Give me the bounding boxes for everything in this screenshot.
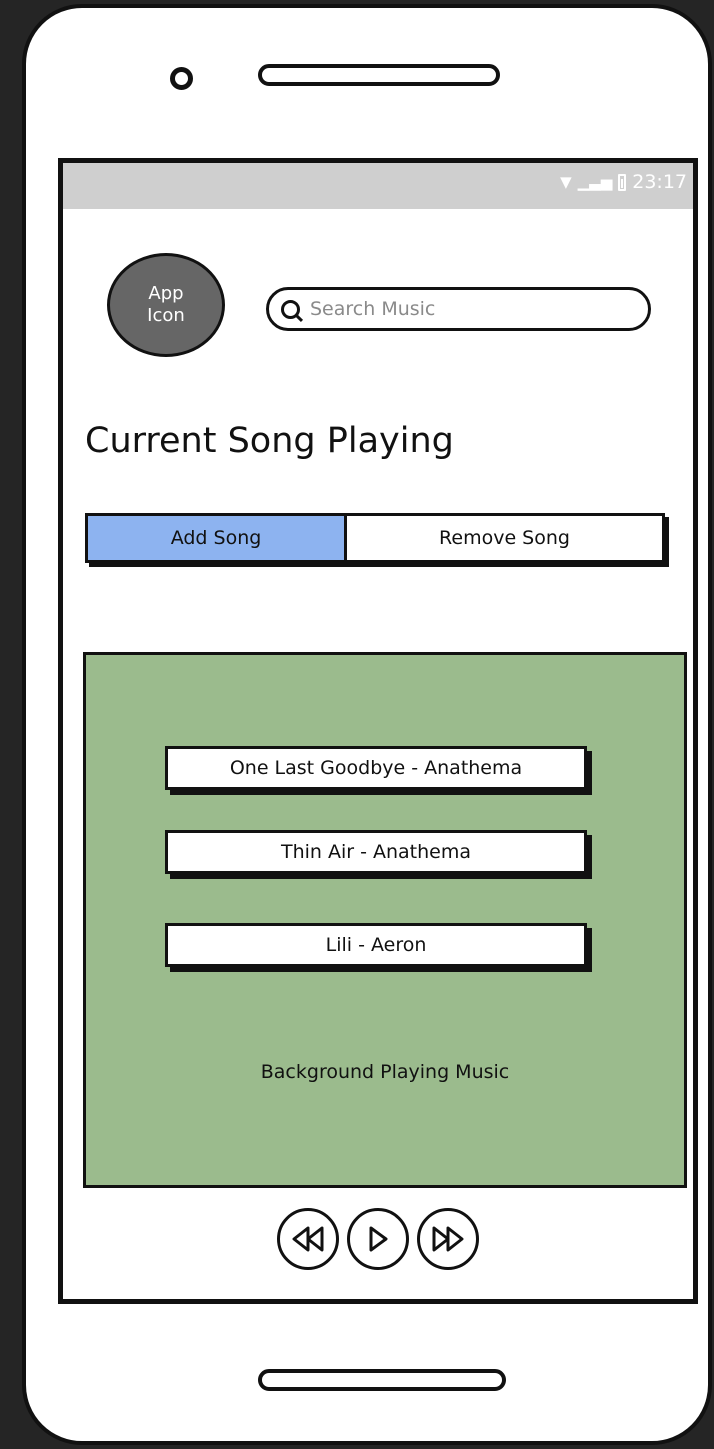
rewind-button[interactable]: [277, 1208, 339, 1270]
speaker-grille-top: [258, 64, 500, 86]
song-item[interactable]: Lili - Aeron: [165, 923, 587, 967]
battery-icon: [618, 173, 627, 191]
status-bar: ▼ ▁▃▅ 23:17: [63, 163, 693, 209]
search-bar[interactable]: [266, 287, 651, 331]
speaker-grille-bottom: [258, 1369, 506, 1391]
rewind-icon: [292, 1226, 324, 1252]
search-input[interactable]: [310, 298, 610, 320]
play-icon: [369, 1226, 388, 1252]
tab-add-song[interactable]: Add Song: [88, 516, 347, 560]
status-time: 23:17: [632, 171, 687, 193]
tab-remove-song[interactable]: Remove Song: [347, 516, 662, 560]
camera-icon: [170, 67, 193, 90]
phone-frame: ▼ ▁▃▅ 23:17 App Icon Current Song Playin…: [22, 4, 712, 1445]
search-icon: [281, 299, 300, 319]
app-icon[interactable]: App Icon: [107, 253, 225, 357]
fast-forward-button[interactable]: [417, 1208, 479, 1270]
phone-screen: ▼ ▁▃▅ 23:17 App Icon Current Song Playin…: [58, 158, 698, 1304]
signal-icon: ▁▃▅: [577, 173, 613, 191]
player-panel: One Last Goodbye - Anathema Thin Air - A…: [83, 652, 687, 1188]
fast-forward-icon: [432, 1226, 464, 1252]
tab-bar: Add Song Remove Song: [85, 513, 665, 563]
song-item[interactable]: Thin Air - Anathema: [165, 830, 587, 874]
page-title: Current Song Playing: [85, 421, 454, 461]
background-music-label: Background Playing Music: [260, 1061, 510, 1083]
song-item[interactable]: One Last Goodbye - Anathema: [165, 746, 587, 790]
play-button[interactable]: [347, 1208, 409, 1270]
playback-controls: [63, 1208, 693, 1270]
status-icons: ▼ ▁▃▅ 23:17: [560, 171, 687, 193]
wifi-icon: ▼: [560, 173, 572, 191]
